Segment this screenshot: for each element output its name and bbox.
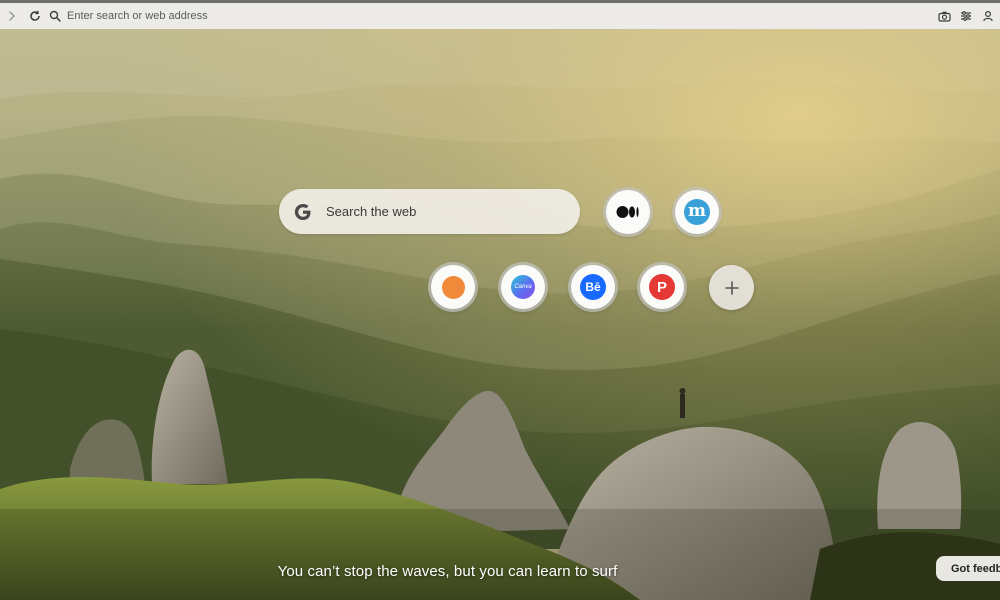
profile-button[interactable] xyxy=(978,6,998,26)
behance-icon: Bē xyxy=(580,274,606,300)
medium-icon xyxy=(616,206,639,218)
address-input[interactable] xyxy=(67,10,487,22)
feedback-label: Got feedback? xyxy=(951,562,1000,575)
search-icon xyxy=(49,10,61,22)
web-search-bar[interactable] xyxy=(279,189,580,234)
customize-button[interactable] xyxy=(956,6,976,26)
browser-toolbar xyxy=(0,0,1000,29)
mastodon-glyph: m xyxy=(688,200,706,221)
shortcut-mastodon[interactable]: m xyxy=(675,190,719,234)
mountain-landscape-image xyxy=(0,29,1000,600)
google-g-icon xyxy=(292,201,314,223)
screenshot-button[interactable] xyxy=(934,6,954,26)
chevron-right-icon xyxy=(9,11,16,21)
p-icon: P xyxy=(649,274,675,300)
feedback-button[interactable]: Got feedback? xyxy=(936,556,1000,581)
shortcut-canva[interactable]: Canva xyxy=(501,265,545,309)
mastodon-m-icon: m xyxy=(684,199,710,225)
sliders-icon xyxy=(961,11,971,21)
canva-icon: Canva xyxy=(511,275,535,299)
plus-icon xyxy=(724,280,739,295)
reload-button[interactable] xyxy=(25,6,45,26)
profile-icon xyxy=(983,10,993,22)
address-bar[interactable] xyxy=(49,5,934,27)
camera-icon xyxy=(937,11,951,22)
orange-dot-icon xyxy=(441,275,465,299)
reload-icon xyxy=(30,10,40,21)
background-wallpaper xyxy=(0,29,1000,600)
p-glyph: P xyxy=(656,278,667,296)
add-shortcut-button[interactable] xyxy=(709,265,754,310)
forward-button[interactable] xyxy=(2,6,22,26)
shortcut-pinterest[interactable]: P xyxy=(640,265,684,309)
canva-glyph: Canva xyxy=(514,284,532,290)
web-search-input[interactable] xyxy=(324,203,548,220)
toolbar-right-actions xyxy=(934,6,998,26)
shortcut-behance[interactable]: Bē xyxy=(571,265,615,309)
inspirational-quote: You can’t stop the waves, but you can le… xyxy=(277,563,618,580)
behance-glyph: Bē xyxy=(585,280,601,294)
shortcut-medium[interactable] xyxy=(606,190,650,234)
shortcut-orange[interactable] xyxy=(431,265,475,309)
